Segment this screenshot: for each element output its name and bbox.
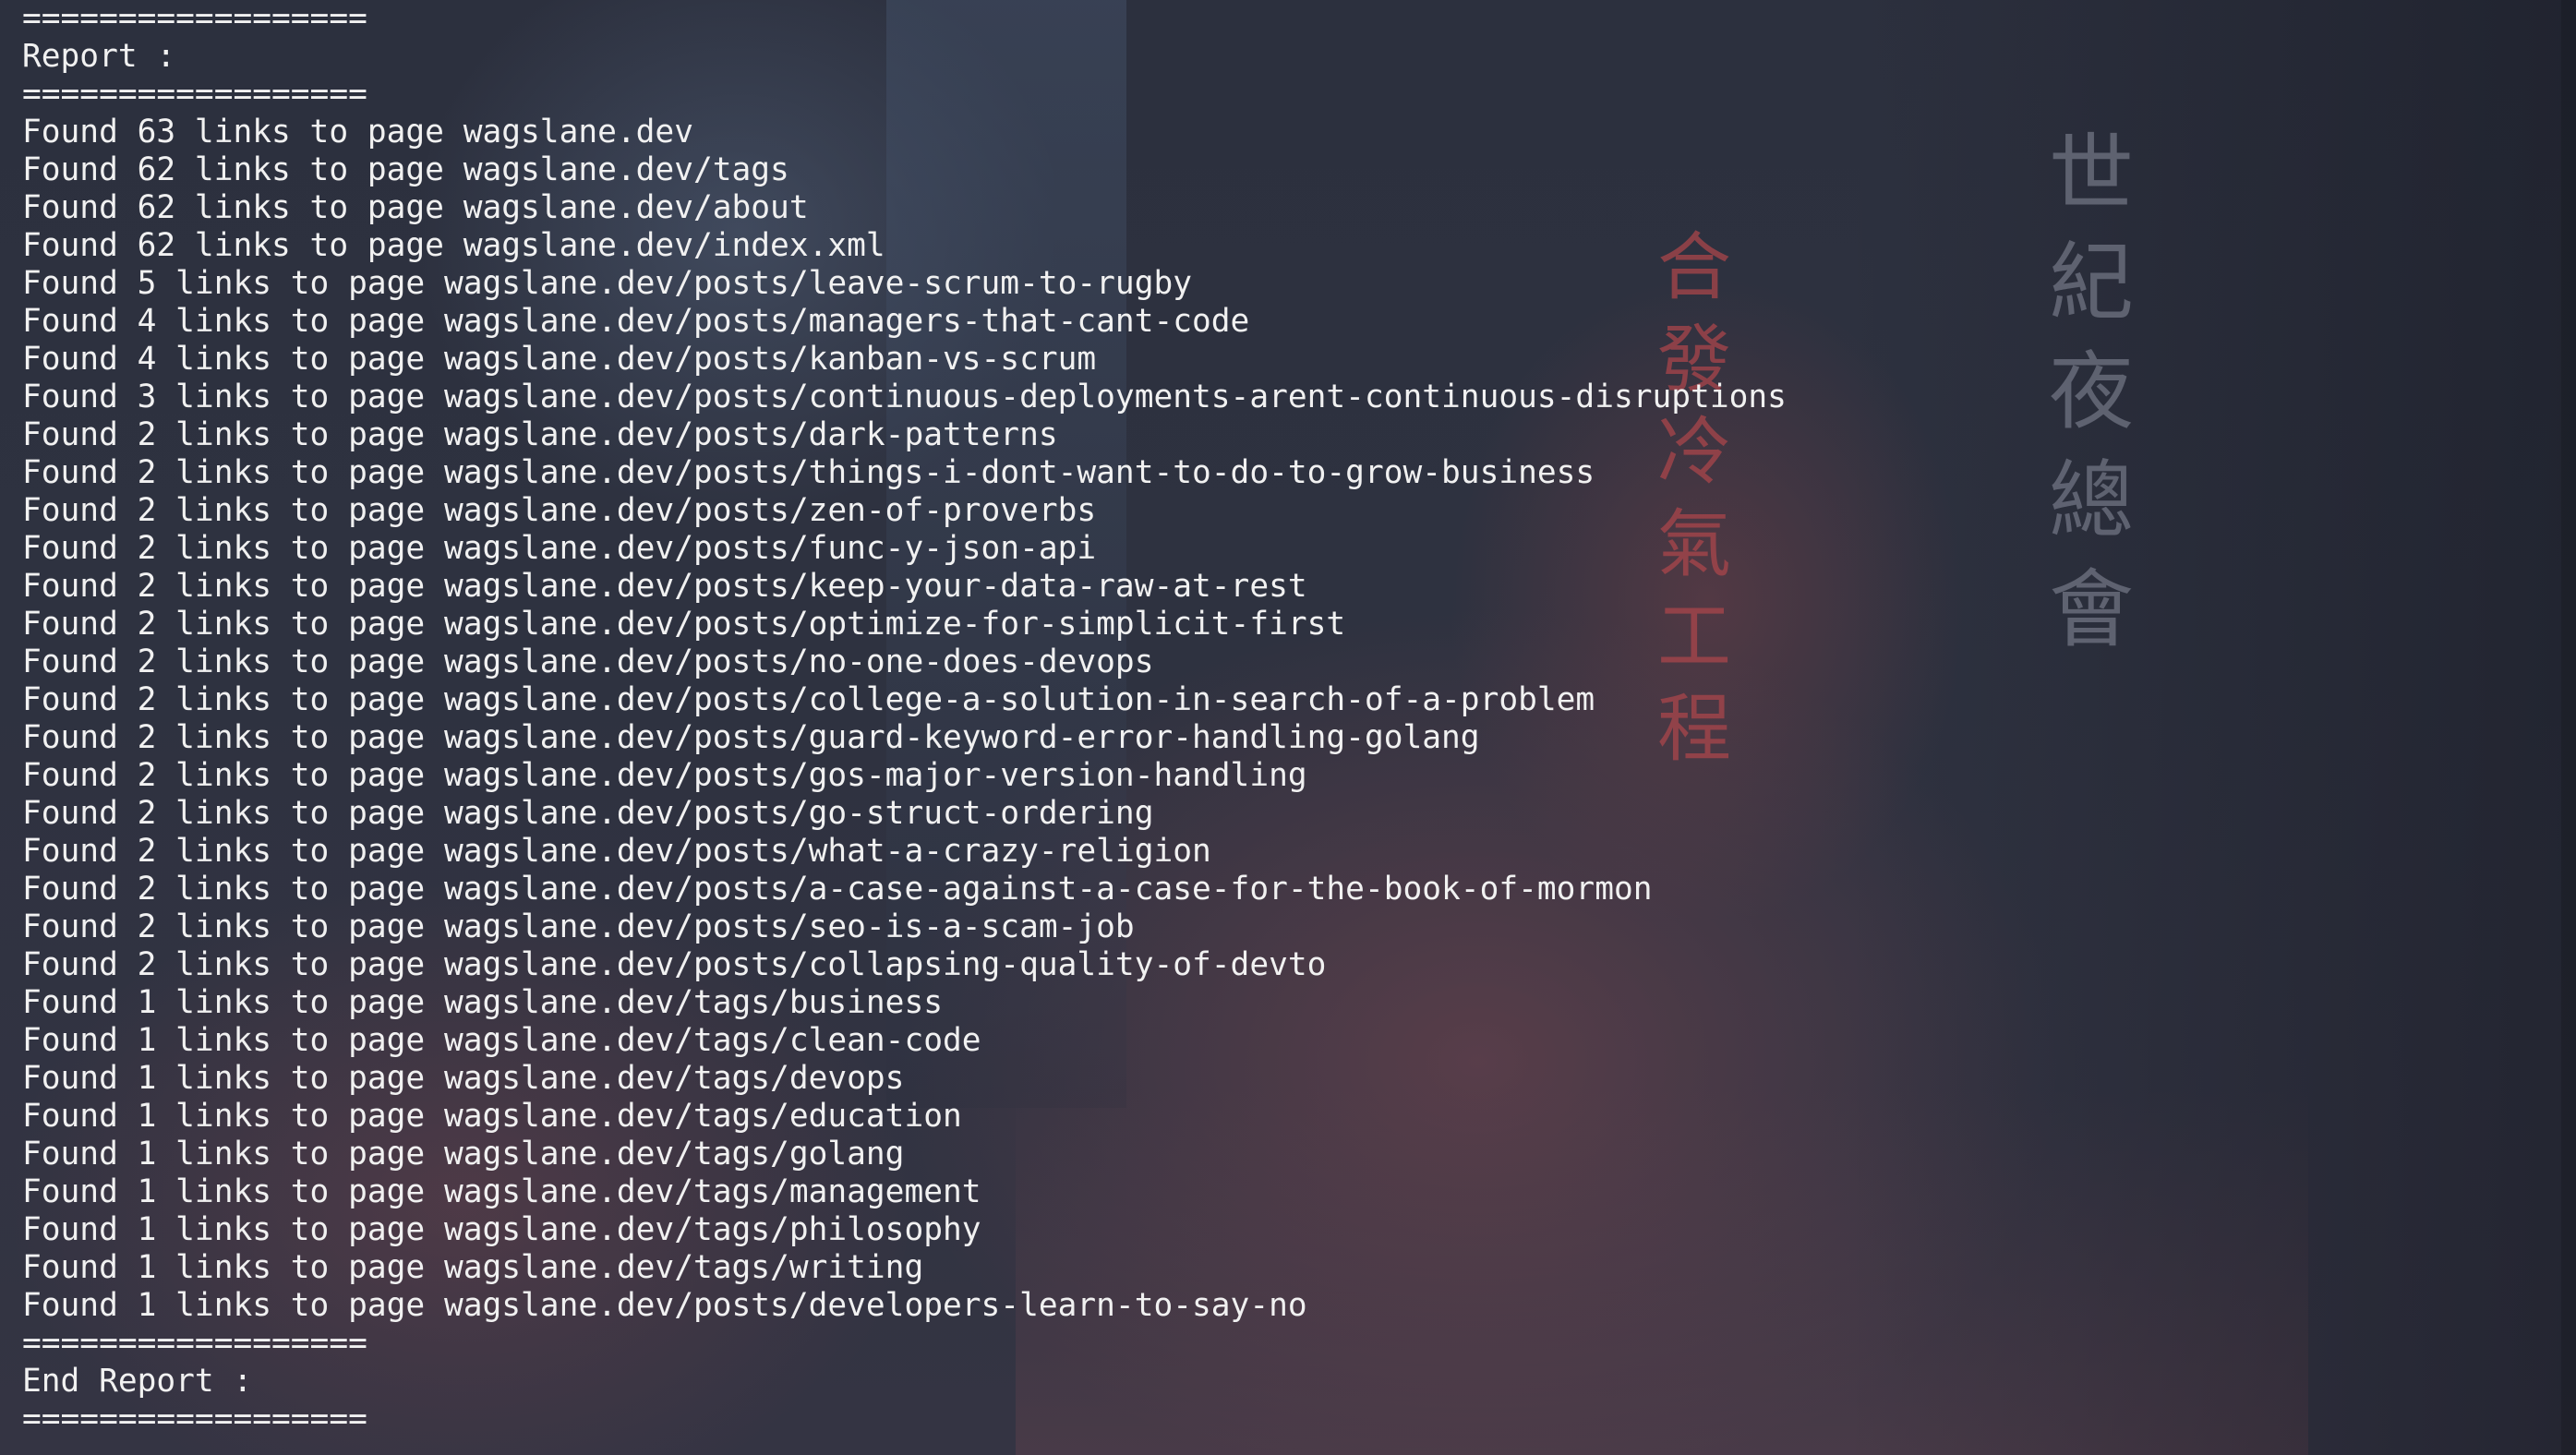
- report-line: Found 1 links to page wagslane.dev/tags/…: [22, 1211, 981, 1248]
- report-line: Found 4 links to page wagslane.dev/posts…: [22, 303, 1250, 340]
- report-line: Found 62 links to page wagslane.dev/tags: [22, 151, 789, 188]
- report-line: Found 1 links to page wagslane.dev/tags/…: [22, 1098, 962, 1135]
- report-line: Found 1 links to page wagslane.dev/tags/…: [22, 1060, 905, 1097]
- report-line: Found 2 links to page wagslane.dev/posts…: [22, 492, 1097, 529]
- report-line: Found 2 links to page wagslane.dev/posts…: [22, 871, 1653, 908]
- separator-line: ==================: [22, 76, 367, 113]
- background-shadow: [1847, 0, 2576, 1455]
- report-line: Found 2 links to page wagslane.dev/posts…: [22, 606, 1346, 643]
- separator-line: ==================: [22, 1325, 367, 1362]
- report-line: Found 2 links to page wagslane.dev/posts…: [22, 568, 1307, 605]
- report-heading: End Report :: [22, 1363, 253, 1400]
- report-line: Found 5 links to page wagslane.dev/posts…: [22, 265, 1193, 302]
- separator-line: ==================: [22, 1401, 367, 1437]
- report-line: Found 2 links to page wagslane.dev/posts…: [22, 643, 1154, 680]
- report-line: Found 2 links to page wagslane.dev/posts…: [22, 946, 1327, 983]
- report-line: Found 1 links to page wagslane.dev/tags/…: [22, 984, 943, 1021]
- report-line: Found 1 links to page wagslane.dev/tags/…: [22, 1249, 924, 1286]
- terminal-window[interactable]: 合 發 冷 氣 工 程 世 紀 夜 總 會 ==================…: [0, 0, 2576, 1455]
- report-line: Found 2 links to page wagslane.dev/posts…: [22, 908, 1135, 945]
- report-line: Found 1 links to page wagslane.dev/tags/…: [22, 1136, 905, 1172]
- report-line: Found 62 links to page wagslane.dev/abou…: [22, 189, 809, 226]
- report-line: Found 2 links to page wagslane.dev/posts…: [22, 681, 1595, 718]
- report-line: Found 2 links to page wagslane.dev/posts…: [22, 719, 1480, 756]
- report-line: Found 2 links to page wagslane.dev/posts…: [22, 416, 1058, 453]
- separator-line: ==================: [22, 0, 367, 37]
- background-neon-sign: 世 紀 夜 總 會: [2048, 125, 2134, 659]
- report-line: Found 2 links to page wagslane.dev/posts…: [22, 454, 1595, 491]
- report-line: Found 63 links to page wagslane.dev: [22, 114, 693, 150]
- terminal-scroll-edge: [2561, 0, 2576, 1455]
- report-line: Found 4 links to page wagslane.dev/posts…: [22, 341, 1097, 378]
- report-line: Found 2 links to page wagslane.dev/posts…: [22, 530, 1097, 567]
- report-line: Found 2 links to page wagslane.dev/posts…: [22, 795, 1154, 832]
- report-line: Found 1 links to page wagslane.dev/posts…: [22, 1287, 1307, 1324]
- report-line: Found 2 links to page wagslane.dev/posts…: [22, 833, 1211, 870]
- report-line: Found 1 links to page wagslane.dev/tags/…: [22, 1173, 981, 1210]
- report-heading: Report :: [22, 38, 176, 75]
- report-line: Found 2 links to page wagslane.dev/posts…: [22, 757, 1307, 794]
- report-line: Found 3 links to page wagslane.dev/posts…: [22, 379, 1787, 415]
- report-line: Found 62 links to page wagslane.dev/inde…: [22, 227, 885, 264]
- report-line: Found 1 links to page wagslane.dev/tags/…: [22, 1022, 981, 1059]
- terminal-output: ================== Report : ==============…: [22, 0, 1787, 1438]
